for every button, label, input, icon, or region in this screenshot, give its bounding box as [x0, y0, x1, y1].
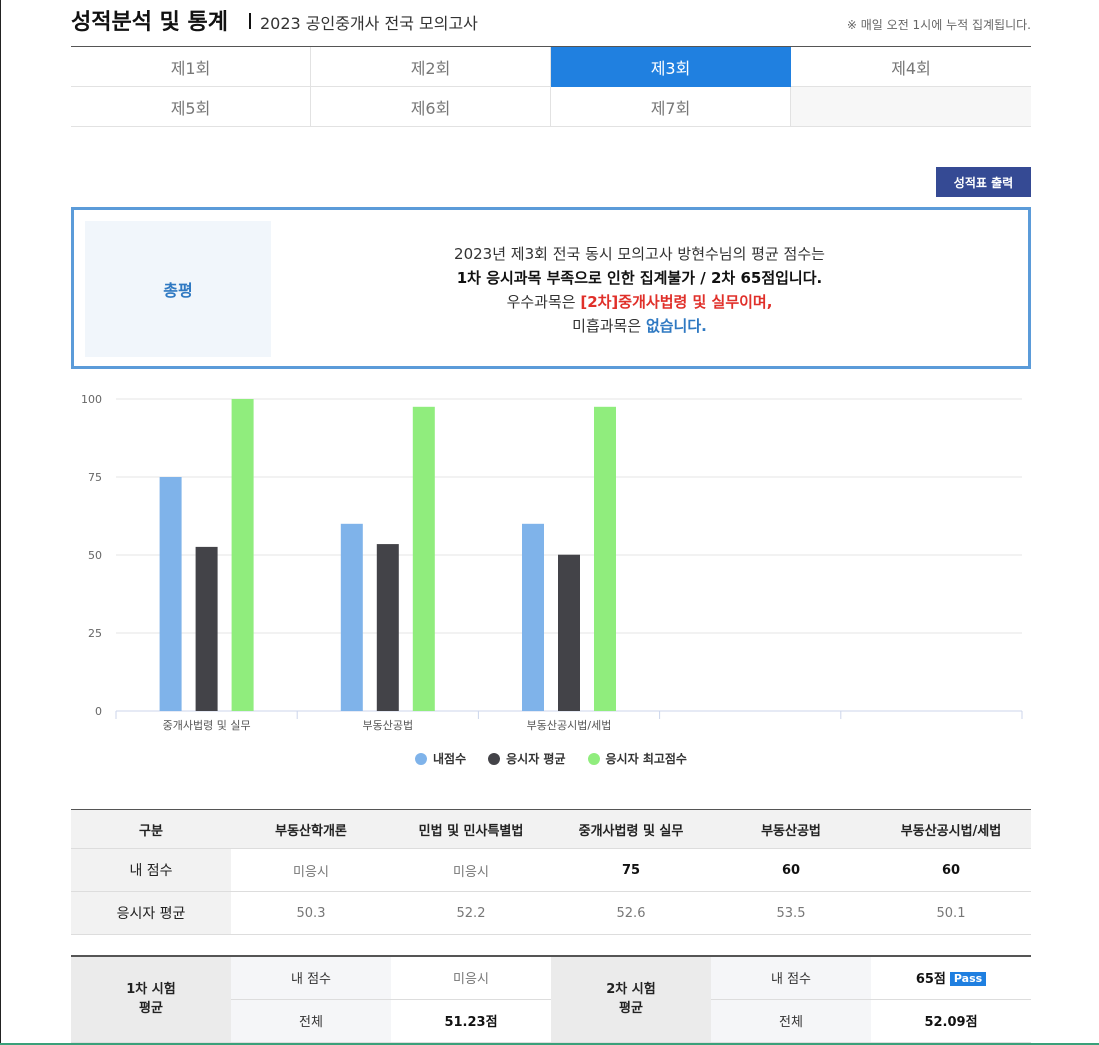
summary-line-1: 2023년 제3회 전국 동시 모의고사 방현수님의 평균 점수는 [454, 245, 825, 263]
first-exam-my-label: 내 점수 [231, 956, 391, 1000]
col-header-subject-3: 중개사법령 및 실무 [551, 809, 711, 849]
summary-label: 총평 [85, 221, 271, 357]
y-tick-label: 50 [88, 549, 102, 562]
summary-strong-label: 우수과목은 [506, 293, 581, 311]
second-exam-all-value: 52.09점 [871, 999, 1031, 1043]
legend-item-max[interactable]: 응시자 최고점수 [587, 750, 687, 767]
title-divider [249, 13, 251, 29]
table-row-average: 응시자 평균 50.3 52.2 52.6 53.5 50.1 [71, 891, 1031, 935]
second-exam-my-value-cell: 65점 Pass [871, 956, 1031, 1000]
print-report-button[interactable]: 성적표 출력 [936, 167, 1031, 197]
tab-row-2: 제5회 제6회 제7회 [71, 87, 1031, 127]
row-label-average: 응시자 평균 [71, 891, 231, 935]
legend-dot-average [488, 752, 501, 765]
score-chart: 0 25 50 75 100 중개사법령 및 실무 부동산공법 부동산공시법/세법 내점수 응… [71, 388, 1031, 773]
summary-strong-subject: [2차]중개사법령 및 실무이며, [580, 293, 773, 311]
summary-line-2: 1차 응시과목 부족으로 인한 집계불가 / 2차 65점입니다. [456, 269, 823, 287]
y-tick-label: 0 [95, 705, 102, 718]
first-exam-my-value: 미응시 [391, 956, 551, 1000]
table-cell: 60 [711, 848, 871, 892]
y-tick-label: 100 [81, 393, 102, 406]
bar-my-score [522, 523, 544, 711]
col-header-category: 구분 [71, 809, 231, 849]
col-header-subject-4: 부동산공법 [711, 809, 871, 849]
table-cell: 75 [551, 848, 711, 892]
chart-legend: 내점수 응시자 평균 응시자 최고점수 [71, 750, 1031, 767]
col-header-subject-2: 민법 및 민사특별법 [391, 809, 551, 849]
table-cell: 53.5 [711, 891, 871, 935]
first-exam-all-value: 51.23점 [391, 999, 551, 1043]
tab-empty-slot [791, 87, 1031, 127]
summary-line-4: 미흡과목은 없습니다. [271, 314, 1008, 338]
second-exam-label: 2차 시험 [606, 982, 656, 998]
pass-badge: Pass [949, 972, 987, 987]
page-header: 성적분석 및 통계 2023 공인중개사 전국 모의고사 ※ 매일 오전 1시에… [71, 4, 1031, 46]
bar-max-score [231, 399, 254, 711]
tab-round-5[interactable]: 제5회 [71, 87, 311, 127]
table-cell: 미응시 [391, 848, 551, 892]
second-exam-all-label: 전체 [711, 999, 871, 1043]
score-table: 구분 부동산학개론 민법 및 민사특별법 중개사법령 및 실무 부동산공법 부동… [71, 809, 1031, 935]
window-left-border [0, 0, 1, 1045]
bar-average [558, 554, 580, 711]
avg-row-my-score: 1차 시험 평균 내 점수 미응시 2차 시험 평균 내 점수 65점 Pass [71, 956, 1031, 1043]
summary-line-3: 우수과목은 [2차]중개사법령 및 실무이며, [271, 290, 1008, 314]
summary-box: 총평 2023년 제3회 전국 동시 모의고사 방현수님의 평균 점수는 1차 … [71, 207, 1031, 369]
exam-average-table: 1차 시험 평균 내 점수 미응시 2차 시험 평균 내 점수 65점 Pass … [71, 955, 1031, 1043]
tab-round-4[interactable]: 제4회 [791, 47, 1031, 87]
x-tick-label: 부동산공법 [362, 719, 413, 732]
legend-label-my-score: 내점수 [433, 752, 467, 766]
aggregation-notice: ※ 매일 오전 1시에 누적 집계됩니다. [846, 18, 1031, 32]
legend-item-average[interactable]: 응시자 평균 [488, 750, 566, 767]
bar-average [195, 546, 218, 711]
table-cell: 60 [871, 848, 1031, 892]
tab-round-3[interactable]: 제3회 [551, 47, 791, 87]
x-tick-label: 중개사법령 및 실무 [163, 719, 251, 732]
summary-weak-subject: 없습니다. [645, 317, 707, 335]
table-cell: 미응시 [231, 848, 391, 892]
summary-text: 2023년 제3회 전국 동시 모의고사 방현수님의 평균 점수는 1차 응시과… [271, 242, 1008, 338]
score-table-header-row: 구분 부동산학개론 민법 및 민사특별법 중개사법령 및 실무 부동산공법 부동… [71, 809, 1031, 849]
second-exam-my-label: 내 점수 [711, 956, 871, 1000]
second-exam-average-label: 2차 시험 평균 [551, 956, 711, 1043]
tab-round-6[interactable]: 제6회 [311, 87, 551, 127]
round-tabs: 제1회 제2회 제3회 제4회 제5회 제6회 제7회 [71, 46, 1031, 127]
table-cell: 50.1 [871, 891, 1031, 935]
legend-label-max: 응시자 최고점수 [605, 752, 687, 766]
page-title: 성적분석 및 통계 [71, 10, 228, 35]
first-exam-label-avg: 평균 [139, 1001, 163, 1017]
y-tick-label: 25 [88, 627, 102, 640]
tab-round-2[interactable]: 제2회 [311, 47, 551, 87]
legend-label-average: 응시자 평균 [506, 752, 566, 766]
row-label-my-score: 내 점수 [71, 848, 231, 892]
col-header-subject-5: 부동산공시법/세법 [871, 809, 1031, 849]
y-tick-label: 75 [88, 471, 102, 484]
legend-dot-max [587, 752, 600, 765]
second-exam-label-avg: 평균 [619, 1001, 643, 1017]
second-exam-my-value: 65점 [915, 972, 946, 988]
legend-item-my-score[interactable]: 내점수 [415, 750, 466, 767]
tab-row-1: 제1회 제2회 제3회 제4회 [71, 47, 1031, 87]
table-row-my-score: 내 점수 미응시 미응시 75 60 60 [71, 848, 1031, 892]
x-tick-label: 부동산공시법/세법 [527, 719, 612, 732]
table-cell: 50.3 [231, 891, 391, 935]
bar-my-score [159, 477, 182, 711]
first-exam-all-label: 전체 [231, 999, 391, 1043]
score-chart-svg: 0 25 50 75 100 중개사법령 및 실무 부동산공법 부동산공시법/세법 [81, 393, 1023, 732]
table-cell: 52.6 [551, 891, 711, 935]
col-header-subject-1: 부동산학개론 [231, 809, 391, 849]
tab-round-7[interactable]: 제7회 [551, 87, 791, 127]
table-cell: 52.2 [391, 891, 551, 935]
page-subtitle: 2023 공인중개사 전국 모의고사 [260, 14, 478, 33]
tab-round-1[interactable]: 제1회 [71, 47, 311, 87]
legend-dot-my-score [415, 752, 427, 765]
summary-weak-label: 미흡과목은 [572, 317, 646, 335]
first-exam-average-label: 1차 시험 평균 [71, 956, 231, 1043]
bar-max-score [594, 406, 616, 711]
bar-average [376, 544, 399, 711]
bar-max-score [412, 406, 435, 711]
first-exam-label: 1차 시험 [126, 982, 176, 998]
bar-my-score [340, 523, 363, 711]
